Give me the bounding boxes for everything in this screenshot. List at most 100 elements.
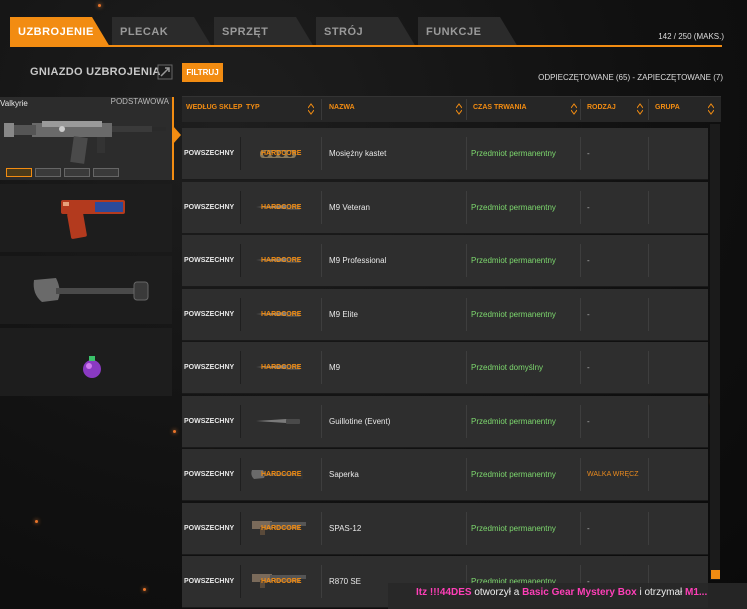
tab-sprzet[interactable]: SPRZĘT xyxy=(214,17,314,47)
notification-banner: Itz !!!44DES otworzył a Basic Gear Myste… xyxy=(388,583,747,609)
column-divider xyxy=(321,99,322,120)
cell-name: SPAS-12 xyxy=(329,523,362,533)
slot-secondary[interactable] xyxy=(0,184,172,252)
column-divider xyxy=(466,351,467,384)
cell-name: M9 Professional xyxy=(329,256,387,265)
notification-reward: M1... xyxy=(685,587,708,598)
grenade-icon xyxy=(83,356,101,378)
inventory-capacity: 142 / 250 (MAKS.) xyxy=(658,32,724,41)
column-divider xyxy=(240,244,241,277)
knife-icon xyxy=(256,418,300,424)
pistol-icon xyxy=(61,200,125,239)
attachment-slot[interactable] xyxy=(35,168,61,177)
sort-icon[interactable] xyxy=(708,103,714,115)
expand-icon[interactable] xyxy=(157,64,173,80)
column-divider xyxy=(321,297,322,331)
cell-generation: POWSZECHNY xyxy=(184,417,235,425)
sort-icon[interactable] xyxy=(308,103,314,115)
scrollbar-track[interactable] xyxy=(710,124,720,580)
column-duration[interactable]: CZAS TRWANIA xyxy=(473,97,527,122)
tab-underline xyxy=(10,45,722,47)
cell-duration: Przedmiot permanentny xyxy=(471,470,556,479)
table-row[interactable]: POWSZECHNY HARDCORE Saperka Przedmiot perma… xyxy=(182,449,708,501)
column-generation[interactable]: WEDŁUG SKLEP xyxy=(186,97,242,122)
sort-icon[interactable] xyxy=(637,103,643,115)
cell-kind: - xyxy=(587,416,590,426)
cell-duration: Przedmiot permanentny xyxy=(471,523,556,533)
tab-funkcje[interactable]: FUNKCJE xyxy=(418,17,518,47)
column-divider xyxy=(466,458,467,491)
column-divider xyxy=(466,244,467,277)
cell-generation: POWSZECHNY xyxy=(184,150,235,157)
cell-duration: Przedmiot permanentny xyxy=(471,256,556,265)
column-divider xyxy=(321,404,322,438)
column-divider xyxy=(580,190,581,224)
table-row[interactable]: POWSZECHNY HARDCORE M9 Veteran Przedmiot pe… xyxy=(182,181,708,234)
slot-primary[interactable]: Valkyrie PODSTAWOWA xyxy=(0,97,174,180)
filter-button[interactable]: FILTRUJ xyxy=(182,63,223,82)
column-divider xyxy=(240,351,241,384)
column-divider xyxy=(648,511,649,545)
notification-text: otworzył a xyxy=(474,587,520,598)
scrollbar-thumb[interactable] xyxy=(711,570,720,579)
column-divider xyxy=(648,137,649,170)
tab-stroj[interactable]: STRÓJ xyxy=(316,17,416,47)
column-divider xyxy=(240,458,241,491)
cell-kind: WALKA WRĘCZ xyxy=(587,471,639,478)
cell-name: R870 SE xyxy=(329,577,362,586)
tab-plecak[interactable]: PLECAK xyxy=(112,17,212,47)
cell-duration: Przedmiot permanentny xyxy=(471,202,556,212)
column-divider xyxy=(580,137,581,170)
cell-kind: - xyxy=(587,523,590,533)
cell-type: HARDCORE xyxy=(261,150,302,157)
ember-particle xyxy=(98,4,101,7)
column-divider xyxy=(648,244,649,277)
column-name[interactable]: NAZWA xyxy=(329,97,355,122)
sort-icon[interactable] xyxy=(571,103,577,115)
column-divider xyxy=(466,511,467,545)
cell-name: M9 Veteran xyxy=(329,202,370,212)
cell-kind: - xyxy=(587,202,590,212)
cell-type: HARDCORE xyxy=(261,578,302,585)
column-divider xyxy=(580,244,581,277)
column-group[interactable]: GRUPA xyxy=(655,97,680,122)
slot-melee[interactable] xyxy=(0,256,172,324)
table-row[interactable]: POWSZECHNY HARDCORE SPAS-12 Przedmiot perma… xyxy=(182,502,708,555)
column-kind[interactable]: RODZAJ xyxy=(587,97,616,122)
table-row[interactable]: POWSZECHNY HARDCORE M9 Elite Przedmiot perm… xyxy=(182,288,708,341)
column-divider xyxy=(321,565,322,598)
cell-name: M9 xyxy=(329,363,341,372)
column-divider xyxy=(648,404,649,438)
column-divider xyxy=(466,190,467,224)
tab-uzbrojenie[interactable]: UZBROJENIE xyxy=(10,17,110,47)
slot-item[interactable] xyxy=(0,328,172,396)
table-row[interactable]: POWSZECHNY HARDCORE M9 Professional Przedmi… xyxy=(182,235,708,287)
table-row[interactable]: POWSZECHNY Guillotine (Event) Przedmiot pe… xyxy=(182,395,708,448)
column-divider xyxy=(321,244,322,277)
column-divider xyxy=(466,297,467,331)
attachment-slot[interactable] xyxy=(6,168,32,177)
cell-generation: POWSZECHNY xyxy=(184,257,235,264)
cell-type: HARDCORE xyxy=(261,203,302,211)
column-divider xyxy=(580,404,581,438)
column-divider xyxy=(466,137,467,170)
table-row[interactable]: POWSZECHNY HARDCORE Mosiężny kastet Przedmi… xyxy=(182,128,708,180)
assault-rifle-icon xyxy=(4,121,166,164)
slot-panel-title: GNIAZDO UZBROJENIA xyxy=(30,66,161,78)
cell-generation: POWSZECHNY xyxy=(184,203,235,211)
table-row[interactable]: POWSZECHNY HARDCORE M9 Przedmiot domyślny - xyxy=(182,342,708,394)
column-divider xyxy=(240,404,241,438)
attachment-slot[interactable] xyxy=(93,168,119,177)
column-type[interactable]: TYP xyxy=(246,97,260,122)
cell-kind: - xyxy=(587,363,590,372)
sort-icon[interactable] xyxy=(456,103,462,115)
selected-slot-arrow xyxy=(173,126,181,144)
column-divider xyxy=(648,351,649,384)
cell-duration: Przedmiot domyślny xyxy=(471,363,544,372)
cell-name: Saperka xyxy=(329,470,359,479)
column-divider xyxy=(580,458,581,491)
cell-name: M9 Elite xyxy=(329,309,358,319)
column-divider xyxy=(240,297,241,331)
attachment-slot[interactable] xyxy=(64,168,90,177)
column-divider xyxy=(648,458,649,491)
